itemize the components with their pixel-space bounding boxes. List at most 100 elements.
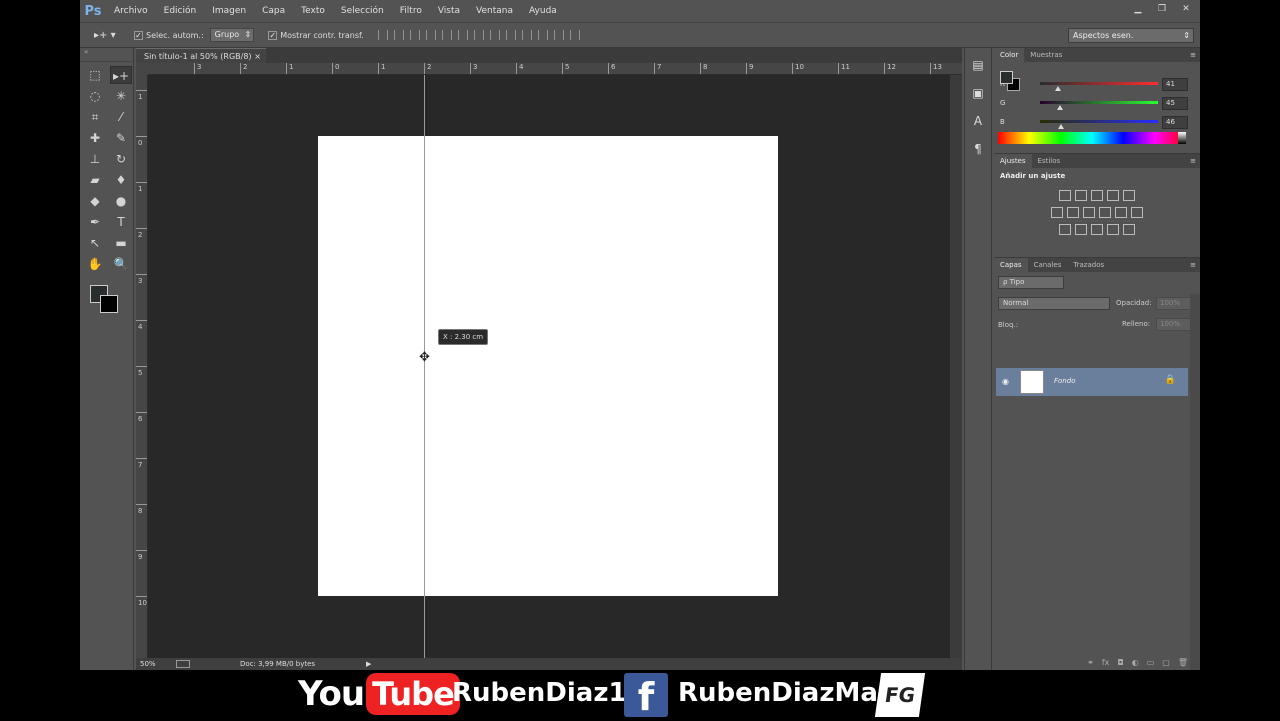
type-tool-icon[interactable]: T [110, 213, 132, 231]
paint-bucket-icon[interactable]: ♦ [110, 171, 132, 189]
green-slider-thumb[interactable] [1057, 105, 1063, 110]
hue-saturation-icon[interactable] [1051, 207, 1063, 218]
tab-adjustments[interactable]: Ajustes [994, 154, 1032, 168]
layer-style-icon[interactable]: fx [1102, 658, 1110, 667]
menu-edicion[interactable]: Edición [156, 0, 205, 22]
menu-archivo[interactable]: Archivo [106, 0, 156, 22]
menu-imagen[interactable]: Imagen [204, 0, 254, 22]
path-select-icon[interactable]: ↖ [84, 234, 106, 252]
red-slider-thumb[interactable] [1055, 86, 1061, 91]
vertical-scrollbar[interactable] [950, 75, 962, 658]
color-lookup-icon[interactable] [1131, 207, 1143, 218]
workspace-select[interactable]: Aspectos esen. [1068, 28, 1194, 43]
panel-menu-icon[interactable]: ≡ [1190, 258, 1196, 272]
background-color-swatch[interactable] [100, 295, 118, 313]
red-slider[interactable] [1040, 82, 1158, 85]
rectangle-tool-icon[interactable]: ▬ [110, 234, 132, 252]
history-panel-icon[interactable]: ▤ [965, 54, 991, 76]
tab-color[interactable]: Color [994, 48, 1025, 62]
red-value-input[interactable]: 41 [1162, 78, 1188, 91]
menu-seleccion[interactable]: Selección [333, 0, 392, 22]
status-icon[interactable] [176, 660, 190, 668]
move-tool-icon[interactable]: ▸+ [110, 66, 132, 84]
panel-foreground-swatch[interactable] [1000, 71, 1013, 84]
close-icon[interactable]: ✕ [1176, 2, 1196, 16]
gradient-map-icon[interactable] [1123, 224, 1135, 235]
distribute-right-icon[interactable] [553, 30, 564, 40]
photoshop-logo[interactable]: Ps [80, 0, 106, 22]
distribute-hcenter-icon[interactable] [537, 30, 548, 40]
align-vcenter-icon[interactable] [393, 30, 404, 40]
color-spectrum-bar[interactable] [998, 132, 1186, 144]
fill-input[interactable]: 100% [1156, 318, 1192, 331]
vertical-guide[interactable] [424, 75, 425, 658]
blue-slider[interactable] [1040, 120, 1158, 123]
panel-menu-icon[interactable]: ≡ [1190, 154, 1196, 168]
vibrance-icon[interactable] [1123, 190, 1135, 201]
hand-tool-icon[interactable]: ✋ [84, 255, 106, 273]
layer-name[interactable]: Fondo [1054, 377, 1075, 385]
vertical-ruler[interactable]: 1 0 1 2 3 4 5 6 7 8 9 10 [136, 75, 148, 658]
levels-icon[interactable] [1075, 190, 1087, 201]
layers-scrollbar[interactable] [1190, 294, 1200, 670]
panel-menu-icon[interactable]: ≡ [1190, 48, 1196, 62]
layer-row[interactable]: ◉ Fondo 🔒 [996, 368, 1188, 396]
show-transform-checkbox[interactable]: ✓ Mostrar contr. transf. [268, 30, 364, 40]
blur-tool-icon[interactable]: ◆ [84, 192, 106, 210]
curves-icon[interactable] [1091, 190, 1103, 201]
ruler-origin[interactable] [136, 63, 148, 75]
paragraph-panel-icon[interactable]: ¶ [965, 138, 991, 160]
distribute-top-icon[interactable] [473, 30, 484, 40]
horizontal-ruler[interactable]: 3 2 1 0 1 2 3 4 5 6 7 8 9 10 11 12 13 [148, 63, 962, 75]
tab-paths[interactable]: Trazados [1067, 258, 1110, 272]
minimize-icon[interactable]: ▁ [1128, 2, 1148, 16]
healing-brush-icon[interactable]: ✚ [84, 129, 106, 147]
dodge-tool-icon[interactable]: ● [110, 192, 132, 210]
crop-tool-icon[interactable]: ⌗ [84, 108, 106, 126]
threshold-icon[interactable] [1091, 224, 1103, 235]
new-layer-icon[interactable]: ▢ [1162, 658, 1170, 667]
magic-wand-icon[interactable]: ✳ [110, 87, 132, 105]
channel-mixer-icon[interactable] [1115, 207, 1127, 218]
auto-select-target-select[interactable]: Grupo [209, 28, 255, 42]
align-hcenter-icon[interactable] [441, 30, 452, 40]
marquee-tool-icon[interactable]: ⬚ [84, 66, 106, 84]
blend-mode-select[interactable]: Normal [998, 297, 1110, 310]
auto-select-checkbox[interactable]: ✓ Selec. autom.: [134, 30, 204, 40]
posterize-icon[interactable] [1075, 224, 1087, 235]
photo-filter-icon[interactable] [1099, 207, 1111, 218]
panel-grip[interactable]: « [80, 48, 133, 62]
blue-slider-thumb[interactable] [1058, 124, 1064, 129]
properties-panel-icon[interactable]: ▣ [965, 82, 991, 104]
align-top-icon[interactable] [377, 30, 388, 40]
menu-texto[interactable]: Texto [293, 0, 333, 22]
align-right-icon[interactable] [457, 30, 468, 40]
document-tab[interactable]: Sin título-1 al 50% (RGB/8) × [136, 48, 266, 63]
color-balance-icon[interactable] [1067, 207, 1079, 218]
auto-align-icon[interactable] [569, 30, 580, 40]
lasso-tool-icon[interactable]: ◌ [84, 87, 106, 105]
status-menu-arrow-icon[interactable]: ▶ [366, 658, 371, 670]
tab-swatches[interactable]: Muestras [1024, 48, 1068, 62]
align-bottom-icon[interactable] [409, 30, 420, 40]
history-brush-icon[interactable]: ↻ [110, 150, 132, 168]
add-mask-icon[interactable]: ◘ [1117, 658, 1123, 667]
new-group-icon[interactable]: ▭ [1147, 658, 1155, 667]
layer-filter-select[interactable]: ρ Tipo [998, 276, 1064, 289]
zoom-tool-icon[interactable]: 🔍 [110, 255, 132, 273]
blue-value-input[interactable]: 46 [1162, 116, 1188, 129]
menu-capa[interactable]: Capa [254, 0, 293, 22]
green-value-input[interactable]: 45 [1162, 97, 1188, 110]
visibility-eye-icon[interactable]: ◉ [1002, 377, 1009, 386]
lock-icon[interactable]: 🔒 [1165, 375, 1176, 385]
black-white-icon[interactable] [1083, 207, 1095, 218]
tab-layers[interactable]: Capas [994, 258, 1028, 272]
invert-icon[interactable] [1059, 224, 1071, 235]
distribute-vcenter-icon[interactable] [489, 30, 500, 40]
distribute-left-icon[interactable] [521, 30, 532, 40]
link-layers-icon[interactable]: ⚭ [1087, 658, 1094, 667]
zoom-level[interactable]: 50% [140, 658, 156, 670]
menu-vista[interactable]: Vista [430, 0, 468, 22]
brightness-contrast-icon[interactable] [1059, 190, 1071, 201]
align-left-icon[interactable] [425, 30, 436, 40]
